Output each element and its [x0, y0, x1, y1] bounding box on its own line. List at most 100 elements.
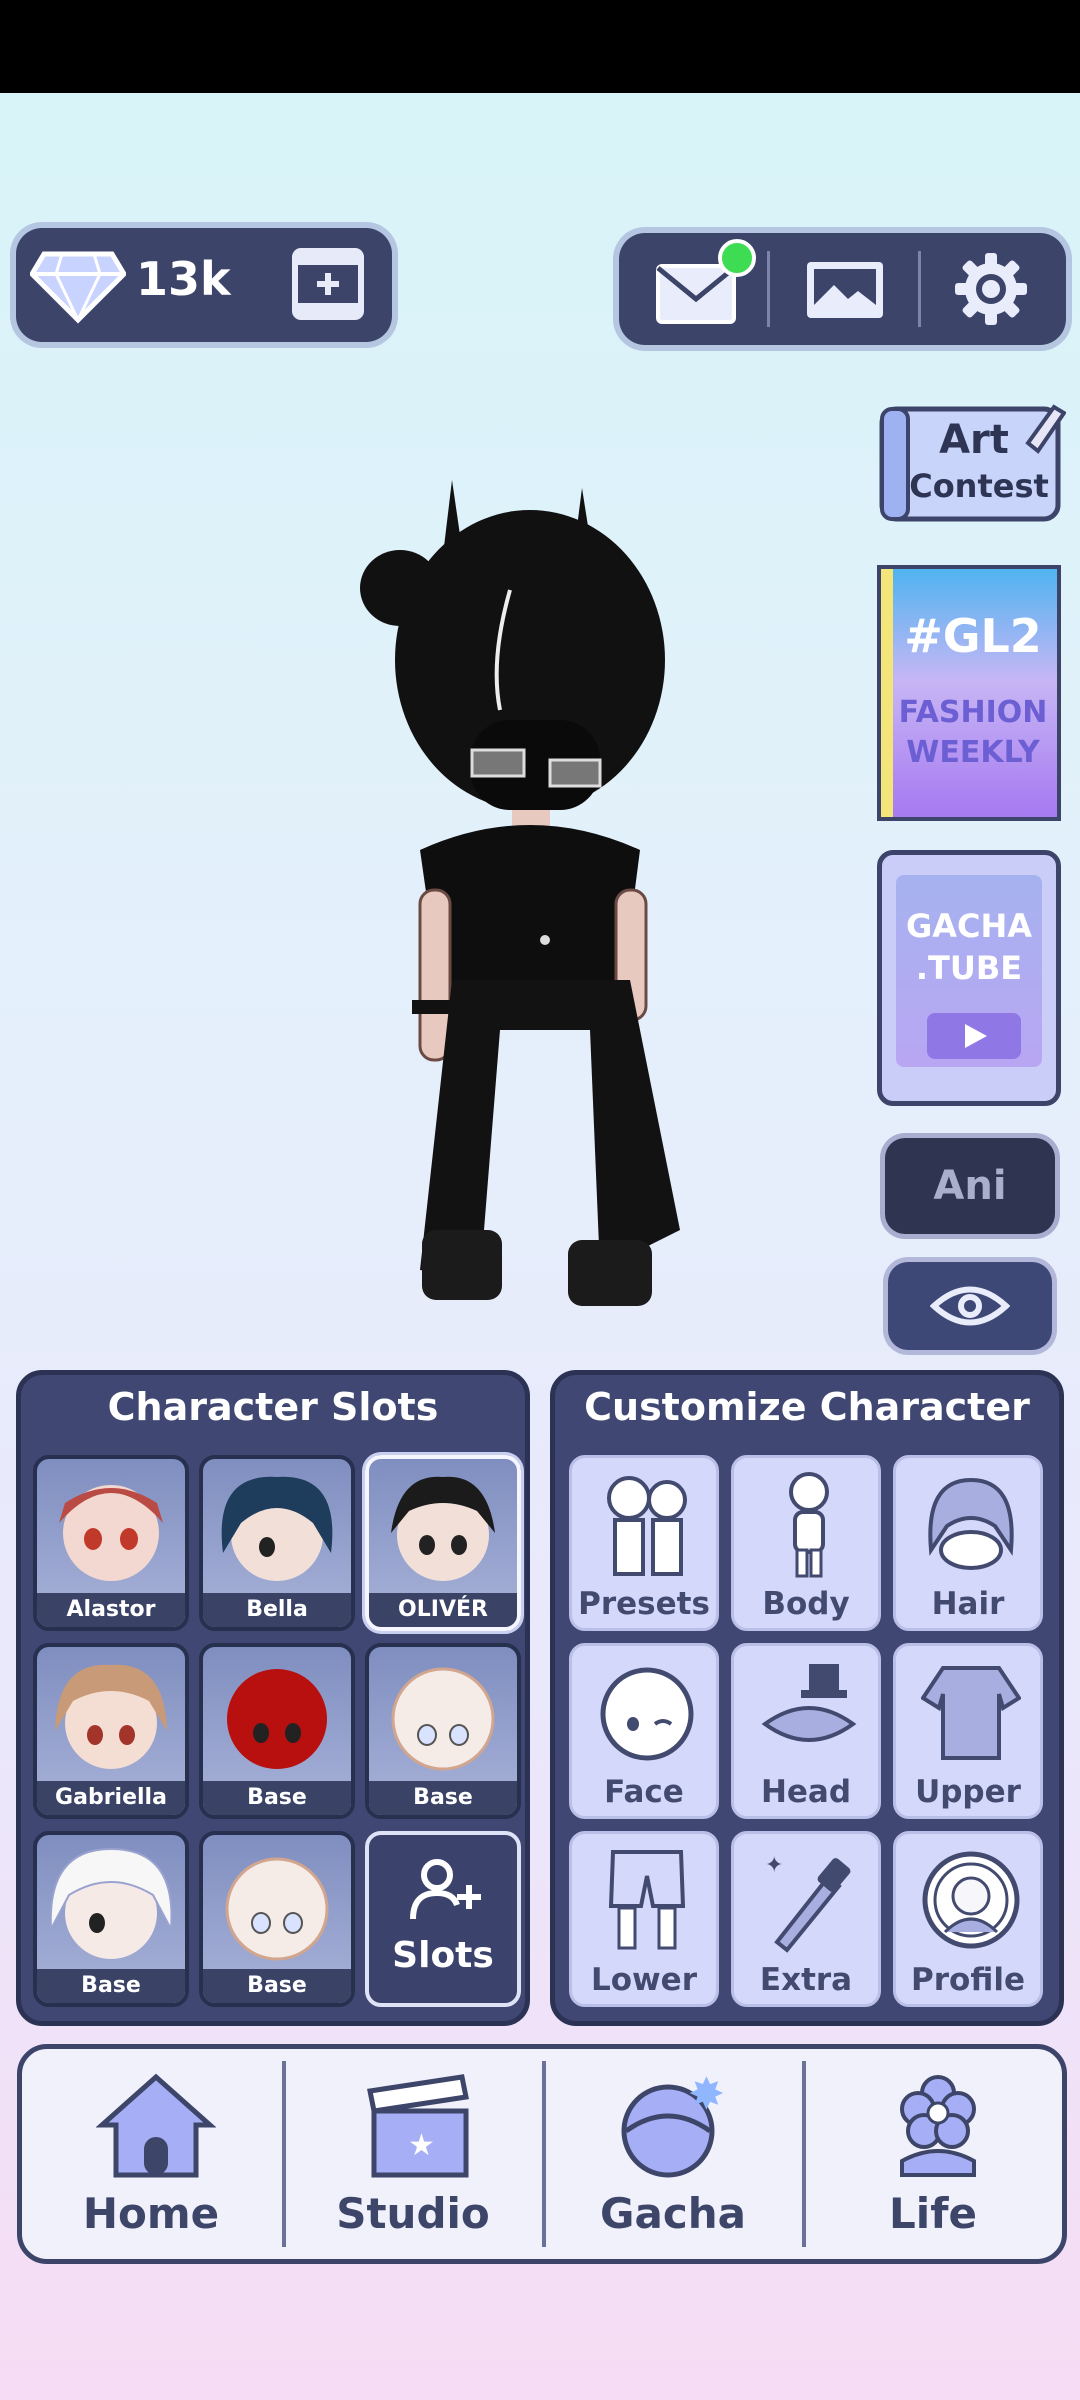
slot-avatar — [49, 1847, 173, 1959]
profile-button[interactable]: Profile — [893, 1831, 1043, 2007]
slot-name: Base — [369, 1781, 517, 1815]
slot-avatar — [391, 1667, 495, 1771]
slot-name: Alastor — [37, 1593, 185, 1627]
face-button[interactable]: Face — [569, 1643, 719, 1819]
bottom-nav: Home ★ Studio ✸ Gacha Life — [17, 2044, 1067, 2264]
slot-avatar — [221, 1476, 333, 1581]
svg-text:★: ★ — [408, 2128, 435, 2163]
profile-icon — [922, 1851, 1020, 1949]
nav-studio-label: Studio — [336, 2189, 490, 2238]
slot-avatar — [227, 1669, 327, 1769]
nav-home-label: Home — [82, 2189, 220, 2238]
upper-label: Upper — [915, 1774, 1021, 1810]
svg-text:✸: ✸ — [688, 2071, 725, 2120]
gacha-tube-line2: .TUBE — [915, 949, 1023, 987]
head-button[interactable]: Head — [731, 1643, 881, 1819]
head-icon — [761, 1664, 857, 1742]
character-slots-title: Character Slots — [107, 1385, 439, 1429]
gacha-capsule-icon: ✸ — [621, 2071, 725, 2178]
add-video-icon[interactable] — [292, 248, 364, 320]
gacha-tube-button[interactable]: GACHA .TUBE — [877, 850, 1061, 1106]
add-user-icon — [410, 1859, 481, 1920]
head-label: Head — [760, 1774, 852, 1810]
home-icon — [96, 2073, 216, 2178]
lower-label: Lower — [590, 1962, 697, 1998]
face-icon — [600, 1667, 694, 1761]
face-label: Face — [604, 1774, 684, 1810]
character-slot[interactable]: Gabriella — [33, 1643, 189, 1819]
hair-button[interactable]: Hair — [893, 1455, 1043, 1631]
art-contest-button[interactable]: Art Contest — [878, 403, 1066, 525]
presets-label: Presets — [578, 1586, 710, 1622]
lower-icon — [608, 1850, 686, 1950]
nav-life[interactable]: Life — [804, 2049, 1062, 2259]
customize-character-title: Customize Character — [584, 1385, 1030, 1429]
gl2-line1: FASHION — [898, 695, 1048, 730]
notification-dot — [718, 239, 756, 277]
ani-button[interactable]: Ani — [885, 1138, 1055, 1234]
top-icons-bar — [619, 233, 1066, 345]
character-slot[interactable]: Base — [199, 1831, 355, 2007]
gem-count: 13k — [136, 252, 231, 306]
presets-button[interactable]: Presets — [569, 1455, 719, 1631]
divider — [767, 251, 770, 327]
hair-icon — [928, 1477, 1014, 1570]
slot-avatar — [391, 1476, 495, 1581]
character-slot-selected[interactable]: OLIVÉR — [365, 1455, 521, 1631]
gem-counter: 13k — [16, 228, 392, 342]
nav-home[interactable]: Home — [22, 2049, 280, 2259]
diamond-icon — [30, 251, 126, 324]
body-icon — [789, 1472, 829, 1578]
body-button[interactable]: Body — [731, 1455, 881, 1631]
character-slot[interactable]: Base — [33, 1831, 189, 2007]
clapperboard-icon: ★ — [367, 2074, 469, 2178]
flower-icon — [900, 2075, 976, 2177]
lower-button[interactable]: Lower — [569, 1831, 719, 2007]
character-slot[interactable]: Base — [199, 1643, 355, 1819]
profile-label: Profile — [911, 1962, 1025, 1998]
gear-icon[interactable] — [953, 251, 1029, 327]
nav-gacha[interactable]: ✸ Gacha — [544, 2049, 802, 2259]
slot-name: Bella — [203, 1593, 351, 1627]
eye-icon — [930, 1286, 1010, 1326]
character-slot[interactable]: Alastor — [33, 1455, 189, 1631]
character-slot[interactable]: Bella — [199, 1455, 355, 1631]
customize-character-panel: Customize Character Presets Body Hair Fa… — [550, 1370, 1064, 2026]
upper-icon — [921, 1666, 1021, 1760]
toggle-visibility-button[interactable] — [888, 1262, 1052, 1350]
add-slots-button[interactable]: Slots — [365, 1831, 521, 2007]
add-slots-label: Slots — [392, 1935, 494, 1976]
nav-studio[interactable]: ★ Studio — [284, 2049, 542, 2259]
hair-label: Hair — [931, 1586, 1005, 1622]
slot-name: Base — [37, 1969, 185, 2003]
character-preview[interactable] — [360, 470, 720, 1340]
body-label: Body — [762, 1586, 850, 1622]
gacha-tube-line1: GACHA — [905, 907, 1033, 945]
status-bar — [0, 0, 1080, 93]
divider — [918, 251, 921, 327]
slot-avatar — [59, 1485, 163, 1581]
gl2-stripe — [881, 569, 893, 817]
extra-button[interactable]: ✦ Extra — [731, 1831, 881, 2007]
ani-label: Ani — [933, 1163, 1007, 1209]
extra-label: Extra — [759, 1962, 853, 1998]
gl2-tag: #GL2 — [904, 609, 1042, 663]
play-icon — [927, 1013, 1021, 1059]
character-slots-panel: Character Slots Alastor Bella OLIVÉR Gab… — [16, 1370, 530, 2026]
svg-text:✦: ✦ — [765, 1853, 783, 1878]
nav-life-label: Life — [889, 2189, 977, 2238]
art-contest-line1: Art — [939, 417, 1009, 463]
extra-icon: ✦ — [765, 1853, 851, 1953]
gl2-line2: WEEKLY — [906, 735, 1040, 770]
gallery-icon[interactable] — [804, 259, 886, 321]
slot-name: Base — [203, 1969, 351, 2003]
upper-button[interactable]: Upper — [893, 1643, 1043, 1819]
nav-gacha-label: Gacha — [600, 2189, 746, 2238]
presets-icon — [607, 1476, 687, 1576]
slot-name: OLIVÉR — [369, 1593, 517, 1627]
slot-avatar — [225, 1857, 329, 1961]
gl2-fashion-weekly-button[interactable]: #GL2 FASHION WEEKLY — [877, 565, 1061, 821]
slot-name: Gabriella — [37, 1781, 185, 1815]
slot-name: Base — [203, 1781, 351, 1815]
character-slot[interactable]: Base — [365, 1643, 521, 1819]
